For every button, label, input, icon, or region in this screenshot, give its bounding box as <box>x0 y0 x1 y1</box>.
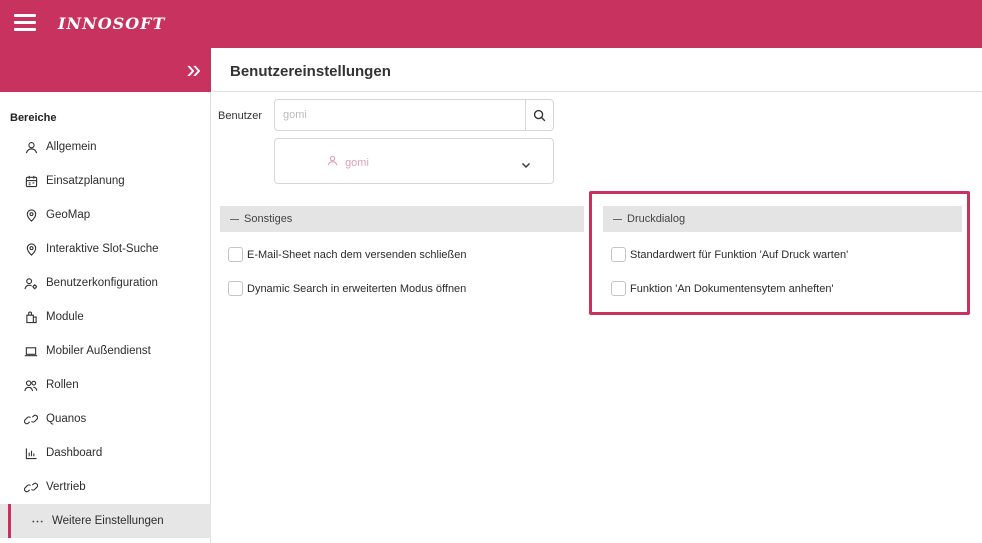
sidebar-item-label: Einsatzplanung <box>46 175 125 187</box>
sidebar-item-label: Module <box>46 311 84 323</box>
sidebar-item-label: Benutzerkonfiguration <box>46 277 158 289</box>
sidebar-item-interaktive-slot-suche[interactable]: Interaktive Slot-Suche <box>0 232 211 266</box>
module-icon <box>24 310 38 324</box>
sidebar-item-label: GeoMap <box>46 209 91 221</box>
search-icon <box>533 109 546 121</box>
panel-title: Sonstiges <box>244 213 293 225</box>
person-icon <box>327 155 341 169</box>
sidebar-section-title: Bereiche <box>10 112 57 124</box>
location-pin-icon <box>24 208 38 222</box>
checkbox[interactable] <box>228 281 243 296</box>
sidebar-item-dashboard[interactable]: Dashboard <box>0 436 211 470</box>
page-header: Benutzereinstellungen <box>212 48 982 92</box>
sidebar-item-label: Mobiler Außendienst <box>46 345 151 357</box>
sidebar-collapse-bar: » <box>0 48 211 92</box>
users-icon <box>24 378 38 392</box>
sidebar-item-label: Dashboard <box>46 447 103 459</box>
sidebar-item-module[interactable]: Module <box>0 300 211 334</box>
chevron-down-icon <box>521 156 531 174</box>
sidebar-item-geomap[interactable]: GeoMap <box>0 198 211 232</box>
user-search-button[interactable] <box>525 100 553 130</box>
selected-user: gomi <box>327 155 369 169</box>
sidebar-item-allgemein[interactable]: Allgemein <box>0 130 211 164</box>
location-pin-icon <box>24 242 38 256</box>
sidebar-item-einsatzplanung[interactable]: Einsatzplanung <box>0 164 211 198</box>
double-chevron-right-icon[interactable]: » <box>187 54 201 84</box>
sidebar: » Bereiche Allgemein Einsatzplanung GeoM… <box>0 48 211 543</box>
more-dots-icon <box>30 514 44 528</box>
option-dynamic-search[interactable]: Dynamic Search in erweiterten Modus öffn… <box>228 281 466 296</box>
sidebar-item-rollen[interactable]: Rollen <box>0 368 211 402</box>
option-label: E-Mail-Sheet nach dem versenden schließe… <box>247 248 467 261</box>
sidebar-item-label: Weitere Einstellungen <box>52 515 164 527</box>
user-select-dropdown[interactable]: gomi <box>274 138 554 184</box>
sidebar-nav: Allgemein Einsatzplanung GeoMap Interakt… <box>0 130 211 538</box>
user-search-box <box>274 99 554 131</box>
sidebar-item-quanos[interactable]: Quanos <box>0 402 211 436</box>
sidebar-item-vertrieb[interactable]: Vertrieb <box>0 470 211 504</box>
sidebar-item-label: Quanos <box>46 413 87 425</box>
link-icon <box>24 480 38 494</box>
sidebar-item-mobiler-aussendienst[interactable]: Mobiler Außendienst <box>0 334 211 368</box>
user-search-input[interactable] <box>283 106 513 124</box>
user-filter-label: Benutzer <box>218 110 263 122</box>
page-title: Benutzereinstellungen <box>230 63 391 80</box>
laptop-icon <box>24 344 38 358</box>
hamburger-menu-icon[interactable] <box>14 14 36 32</box>
top-bar: INNOSOFT <box>0 0 982 48</box>
sidebar-item-label: Interaktive Slot-Suche <box>46 243 159 255</box>
sidebar-item-benutzerkonfiguration[interactable]: Benutzerkonfiguration <box>0 266 211 300</box>
sidebar-item-weitere-einstellungen[interactable]: Weitere Einstellungen <box>0 504 211 538</box>
checkbox[interactable] <box>228 247 243 262</box>
option-label: Dynamic Search in erweiterten Modus öffn… <box>247 282 467 295</box>
selected-user-name: gomi <box>345 157 369 169</box>
collapse-dash-icon <box>230 218 239 220</box>
sidebar-item-label: Vertrieb <box>46 481 86 493</box>
user-settings-icon <box>24 276 38 290</box>
link-icon <box>24 412 38 426</box>
option-email-sheet[interactable]: E-Mail-Sheet nach dem versenden schließe… <box>228 247 467 262</box>
panel-header-sonstiges[interactable]: Sonstiges <box>220 206 584 232</box>
bar-chart-icon <box>24 446 38 460</box>
sidebar-item-label: Rollen <box>46 379 79 391</box>
person-icon <box>24 140 38 154</box>
app-logo: INNOSOFT <box>58 14 166 33</box>
sidebar-item-label: Allgemein <box>46 141 97 153</box>
highlight-frame <box>589 191 970 315</box>
calendar-icon <box>24 174 38 188</box>
